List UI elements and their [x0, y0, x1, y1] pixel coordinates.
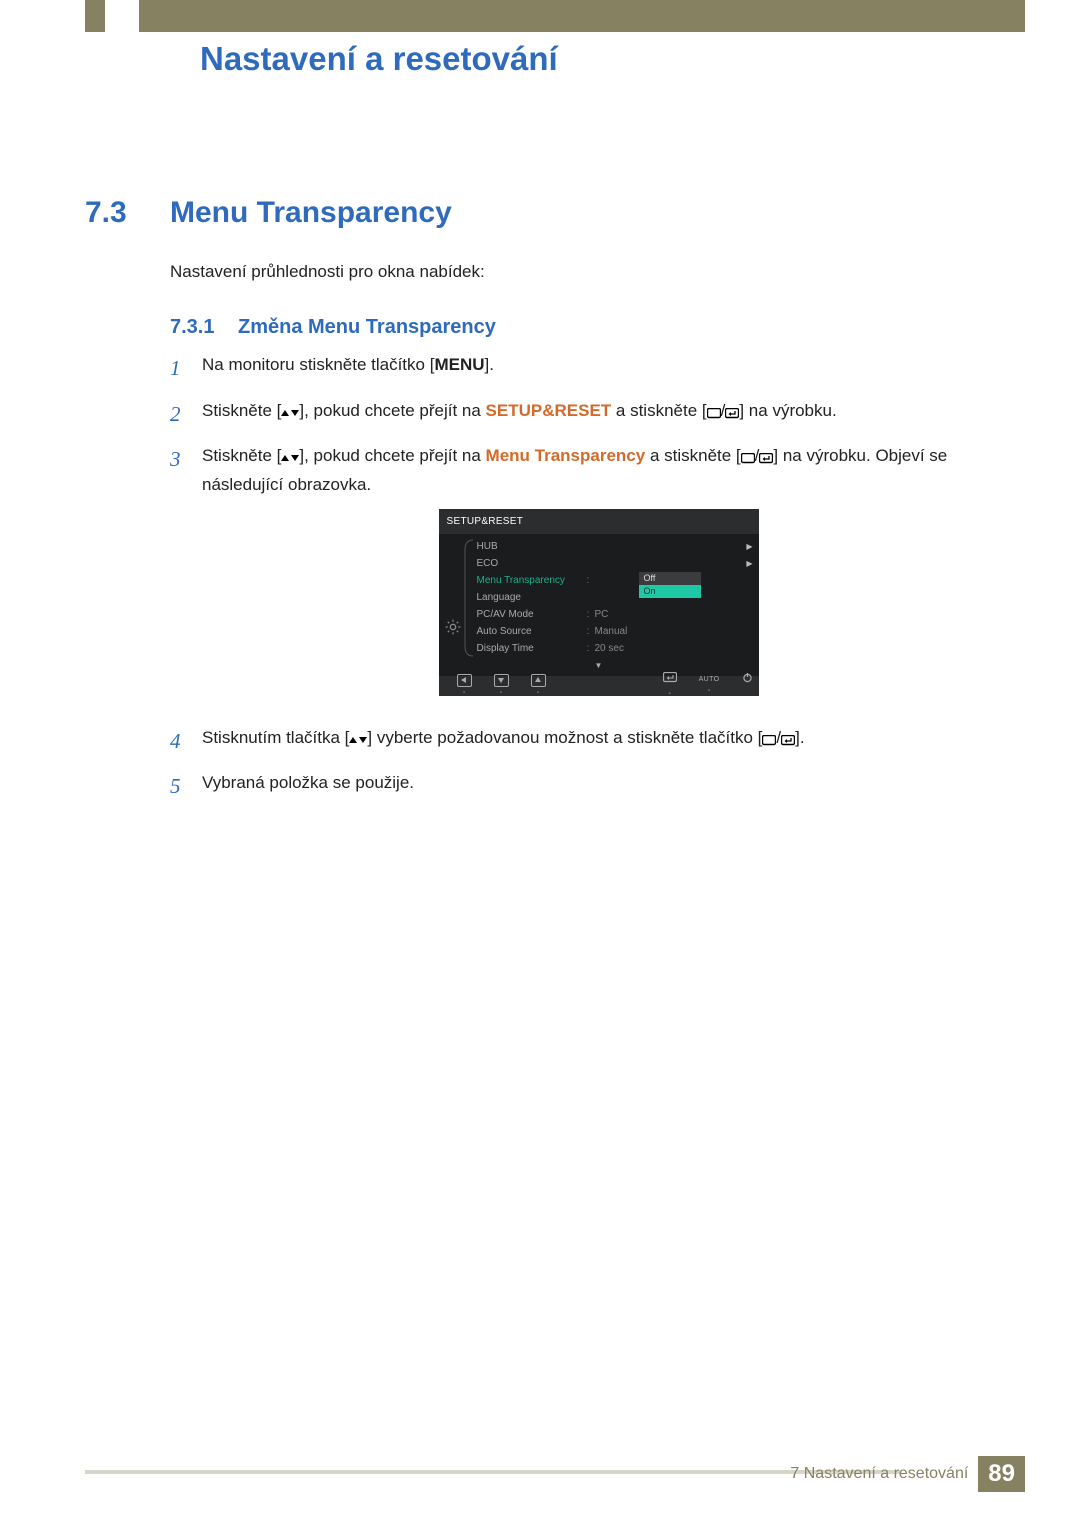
enter-icon — [725, 401, 739, 427]
osd-screenshot: SETUP&RESET Off On HUB▶ECO▶Menu Transpar… — [202, 509, 995, 696]
osd-title: SETUP&RESET — [439, 509, 759, 535]
enter-icon — [781, 728, 795, 754]
colon: : — [587, 573, 595, 589]
colon: : — [587, 641, 595, 657]
osd-menu: SETUP&RESET Off On HUB▶ECO▶Menu Transpar… — [439, 509, 759, 696]
text: ] vyberte požadovanou možnost a stisknět… — [367, 728, 762, 747]
colon: : — [587, 607, 595, 623]
step-text: Vybraná položka se použije. — [202, 770, 414, 796]
step-text: Na monitoru stiskněte tlačítko [MENU]. — [202, 352, 494, 378]
osd-row-label: PC/AV Mode — [477, 607, 587, 623]
text: ] na výrobku. — [739, 401, 836, 420]
step-4: 4 Stisknutím tlačítka [ ] vyberte požadov… — [170, 725, 995, 758]
text: ], pokud chcete přejít na — [299, 446, 485, 465]
up-down-icon — [281, 445, 299, 471]
step-text: Stisknutím tlačítka [ ] vyberte požadovan… — [202, 725, 805, 754]
steps-list: 1 Na monitoru stiskněte tlačítko [MENU].… — [170, 352, 995, 816]
header-bar — [85, 0, 1025, 32]
step-text: Stiskněte [ ], pokud chcete přejít na Men… — [202, 443, 995, 712]
step-text: Stiskněte [ ], pokud chcete přejít na SET… — [202, 398, 837, 427]
step-2: 2 Stiskněte [ ], pokud chcete přejít na S… — [170, 398, 995, 431]
section-title: Menu Transparency — [170, 196, 452, 230]
step-number: 1 — [170, 352, 188, 385]
osd-body: Off On HUB▶ECO▶Menu Transparency:Languag… — [439, 534, 759, 659]
footer-rule — [85, 1470, 900, 1474]
osd-row: Auto Source:Manual — [467, 623, 759, 640]
colon: : — [587, 624, 595, 640]
step-1: 1 Na monitoru stiskněte tlačítko [MENU]. — [170, 352, 995, 385]
step-number: 2 — [170, 398, 188, 431]
menu-label: MENU — [434, 355, 484, 374]
text: ], pokud chcete přejít na — [299, 401, 485, 420]
osd-row: Display Time:20 sec — [467, 640, 759, 657]
osd-row: HUB ▶ — [467, 538, 759, 555]
osd-rows: Off On HUB▶ECO▶Menu Transparency:Languag… — [467, 534, 759, 659]
osd-row-label: Language — [477, 590, 587, 606]
osd-auto-label: AUTO — [699, 675, 720, 686]
osd-row-value: 20 sec — [595, 641, 624, 657]
osd-more-icon: ▼ — [439, 659, 759, 675]
osd-back-icon — [457, 674, 472, 687]
osd-row: Language — [467, 589, 759, 606]
osd-row: ECO ▶ — [467, 555, 759, 572]
text: ]. — [485, 355, 494, 374]
step-number: 4 — [170, 725, 188, 758]
osd-up-icon — [531, 674, 546, 687]
screen-icon — [707, 401, 721, 427]
chapter-title: Nastavení a resetování — [200, 40, 558, 78]
osd-down-icon — [494, 674, 509, 687]
section-number: 7.3 — [85, 196, 127, 230]
osd-enter-icon — [663, 672, 677, 688]
osd-button-bar: ▪ ▪ ▪ ▪ AUTO▪ ▪ — [439, 676, 759, 696]
up-down-icon — [349, 727, 367, 753]
section-intro: Nastavení průhlednosti pro okna nabídek: — [170, 262, 485, 282]
subsection-number: 7.3.1 — [170, 316, 214, 339]
menu-transparency-label: Menu Transparency — [486, 446, 646, 465]
osd-row-label: Auto Source — [477, 624, 587, 640]
footer: 7 Nastavení a resetování 89 — [790, 1457, 1025, 1491]
osd-row-value: PC — [595, 607, 609, 623]
step-number: 5 — [170, 770, 188, 803]
osd-row-value: Manual — [595, 624, 628, 640]
step-5: 5 Vybraná položka se použije. — [170, 770, 995, 803]
step-number: 3 — [170, 443, 188, 476]
up-down-icon — [281, 400, 299, 426]
chevron-right-icon: ▶ — [746, 541, 752, 553]
text: Stiskněte [ — [202, 401, 281, 420]
text: Na monitoru stiskněte tlačítko [ — [202, 355, 434, 374]
osd-row-label: ECO — [477, 556, 587, 572]
footer-chapter: 7 Nastavení a resetování — [790, 1465, 968, 1483]
osd-row: Menu Transparency: — [467, 572, 759, 589]
header-tab — [105, 0, 139, 48]
osd-row-label: Display Time — [477, 641, 587, 657]
subsection-title: Změna Menu Transparency — [238, 316, 496, 339]
page-number: 89 — [978, 1456, 1025, 1492]
osd-row-label: HUB — [477, 539, 587, 555]
chevron-right-icon: ▶ — [746, 558, 752, 570]
text: Stisknutím tlačítka [ — [202, 728, 349, 747]
osd-row-label: Menu Transparency — [477, 573, 587, 589]
step-3: 3 Stiskněte [ ], pokud chcete přejít na M… — [170, 443, 995, 712]
text: a stiskněte [ — [611, 401, 706, 420]
enter-icon — [759, 446, 773, 472]
osd-row: PC/AV Mode:PC — [467, 606, 759, 623]
text: Stiskněte [ — [202, 446, 281, 465]
screen-icon — [762, 728, 776, 754]
gear-icon — [445, 619, 461, 635]
text: ]. — [795, 728, 804, 747]
osd-power-icon — [742, 672, 753, 688]
text: a stiskněte [ — [645, 446, 740, 465]
screen-icon — [741, 446, 755, 472]
setup-reset-label: SETUP&RESET — [486, 401, 612, 420]
